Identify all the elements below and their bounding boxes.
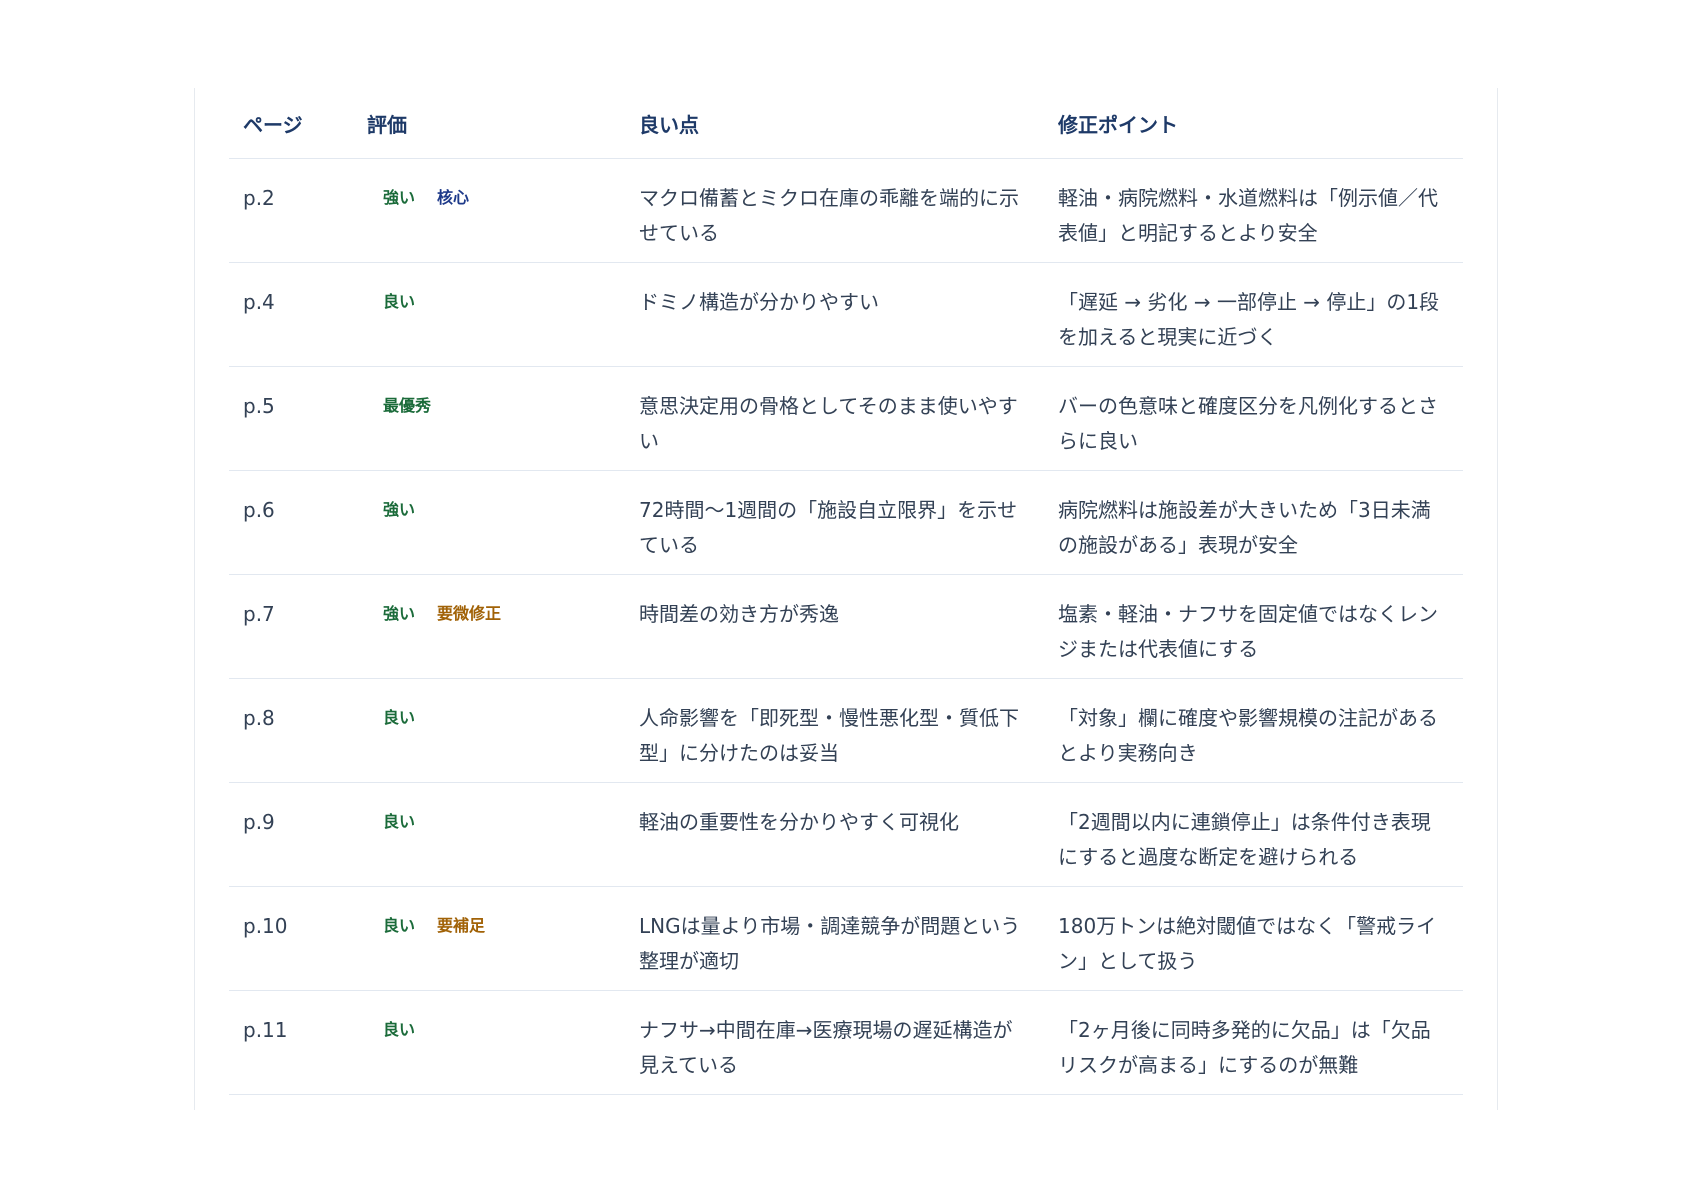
header-fix-points: 修正ポイント: [1044, 88, 1463, 159]
rating-badges: 強い: [367, 493, 611, 525]
table-row: p.7 強い 要微修正 時間差の効き方が秀逸 塩素・軽油・ナフサを固定値ではなくレンジま…: [229, 574, 1463, 679]
rating-badge: 良い: [383, 292, 416, 311]
rating-badge: 良い: [383, 812, 416, 831]
header-page: ページ: [229, 88, 353, 159]
rating-cell: 良い: [353, 262, 625, 367]
fix-point-text: 塩素・軽油・ナフサを固定値ではなくレンジまたは代表値にする: [1044, 574, 1463, 679]
good-point-text: ドミノ構造が分かりやすい: [625, 262, 1044, 367]
fix-point-text: 病院燃料は施設差が大きいため「3日未満の施設がある」表現が安全: [1044, 470, 1463, 575]
rating-badge: 核心: [437, 188, 470, 207]
good-point-text: 意思決定用の骨格としてそのまま使いやすい: [625, 366, 1044, 471]
good-point-text: ナフサ→中間在庫→医療現場の遅延構造が見えている: [625, 990, 1044, 1095]
rating-badge: 強い: [383, 604, 416, 623]
rating-badges: 良い: [367, 285, 611, 317]
table-row: p.2 強い 核心 マクロ備蓄とミクロ在庫の乖離を端的に示せている 軽油・病院燃料・水道…: [229, 158, 1463, 263]
good-point-text: LNGは量より市場・調達競争が問題という整理が適切: [625, 886, 1044, 991]
page-number: p.2: [229, 158, 353, 263]
table-row: p.5 最優秀 意思決定用の骨格としてそのまま使いやすい バーの色意味と確度区分を凡例…: [229, 366, 1463, 471]
rating-cell: 良い 要補足: [353, 886, 625, 991]
header-row: ページ 評価 良い点 修正ポイント: [229, 88, 1463, 159]
rating-cell: 良い: [353, 990, 625, 1095]
rating-cell: 強い: [353, 470, 625, 575]
rating-badge: 要補足: [437, 916, 486, 935]
fix-point-text: 「対象」欄に確度や影響規模の注記があるとより実務向き: [1044, 678, 1463, 783]
header-good-points: 良い点: [625, 88, 1044, 159]
fix-point-text: 「2週間以内に連鎖停止」は条件付き表現にすると過度な断定を避けられる: [1044, 782, 1463, 887]
rating-badges: 良い 要補足: [367, 909, 611, 941]
table-row: p.4 良い ドミノ構造が分かりやすい 「遅延 → 劣化 → 一部停止 → 停止」の1…: [229, 262, 1463, 367]
rating-badges: 強い 要微修正: [367, 597, 611, 629]
fix-point-text: 180万トンは絶対閾値ではなく「警戒ライン」として扱う: [1044, 886, 1463, 991]
rating-cell: 強い 要微修正: [353, 574, 625, 679]
page-number: p.8: [229, 678, 353, 783]
rating-cell: 良い: [353, 678, 625, 783]
rating-badges: 良い: [367, 701, 611, 733]
good-point-text: 人命影響を「即死型・慢性悪化型・質低下型」に分けたのは妥当: [625, 678, 1044, 783]
review-sheet: ページ 評価 良い点 修正ポイント p.2 強い 核心 マクロ備蓄とミクロ在庫の乖離を…: [194, 88, 1498, 1110]
rating-badge: 要微修正: [437, 604, 502, 623]
rating-cell: 最優秀: [353, 366, 625, 471]
fix-point-text: 軽油・病院燃料・水道燃料は「例示値／代表値」と明記するとより安全: [1044, 158, 1463, 263]
table-row: p.8 良い 人命影響を「即死型・慢性悪化型・質低下型」に分けたのは妥当 「対象」欄に…: [229, 678, 1463, 783]
rating-badge: 強い: [383, 188, 416, 207]
good-point-text: マクロ備蓄とミクロ在庫の乖離を端的に示せている: [625, 158, 1044, 263]
page-number: p.5: [229, 366, 353, 471]
page-number: p.7: [229, 574, 353, 679]
table-row: p.11 良い ナフサ→中間在庫→医療現場の遅延構造が見えている 「2ヶ月後に同時多発…: [229, 990, 1463, 1095]
page-number: p.6: [229, 470, 353, 575]
good-point-text: 軽油の重要性を分かりやすく可視化: [625, 782, 1044, 887]
page-number: p.10: [229, 886, 353, 991]
good-point-text: 時間差の効き方が秀逸: [625, 574, 1044, 679]
review-table: ページ 評価 良い点 修正ポイント p.2 強い 核心 マクロ備蓄とミクロ在庫の乖離を…: [229, 88, 1463, 1095]
page-number: p.9: [229, 782, 353, 887]
rating-badges: 良い: [367, 805, 611, 837]
page-number: p.11: [229, 990, 353, 1095]
rating-badges: 良い: [367, 1013, 611, 1045]
table-row: p.10 良い 要補足 LNGは量より市場・調達競争が問題という整理が適切 180万トン…: [229, 886, 1463, 991]
fix-point-text: 「2ヶ月後に同時多発的に欠品」は「欠品リスクが高まる」にするのが無難: [1044, 990, 1463, 1095]
header-rating: 評価: [353, 88, 625, 159]
rating-badge: 良い: [383, 916, 416, 935]
page-number: p.4: [229, 262, 353, 367]
rating-badges: 強い 核心: [367, 181, 611, 213]
rating-cell: 良い: [353, 782, 625, 887]
table-row: p.9 良い 軽油の重要性を分かりやすく可視化 「2週間以内に連鎖停止」は条件付き表現…: [229, 782, 1463, 887]
table-header: ページ 評価 良い点 修正ポイント: [229, 88, 1463, 159]
rating-cell: 強い 核心: [353, 158, 625, 263]
fix-point-text: 「遅延 → 劣化 → 一部停止 → 停止」の1段を加えると現実に近づく: [1044, 262, 1463, 367]
rating-badges: 最優秀: [367, 389, 611, 421]
good-point-text: 72時間〜1週間の「施設自立限界」を示せている: [625, 470, 1044, 575]
rating-badge: 良い: [383, 1020, 416, 1039]
rating-badge: 強い: [383, 500, 416, 519]
rating-badge: 最優秀: [383, 396, 432, 415]
table-row: p.6 強い 72時間〜1週間の「施設自立限界」を示せている 病院燃料は施設差が大きい…: [229, 470, 1463, 575]
fix-point-text: バーの色意味と確度区分を凡例化するとさらに良い: [1044, 366, 1463, 471]
rating-badge: 良い: [383, 708, 416, 727]
table-body: p.2 強い 核心 マクロ備蓄とミクロ在庫の乖離を端的に示せている 軽油・病院燃料・水道…: [229, 158, 1463, 1095]
